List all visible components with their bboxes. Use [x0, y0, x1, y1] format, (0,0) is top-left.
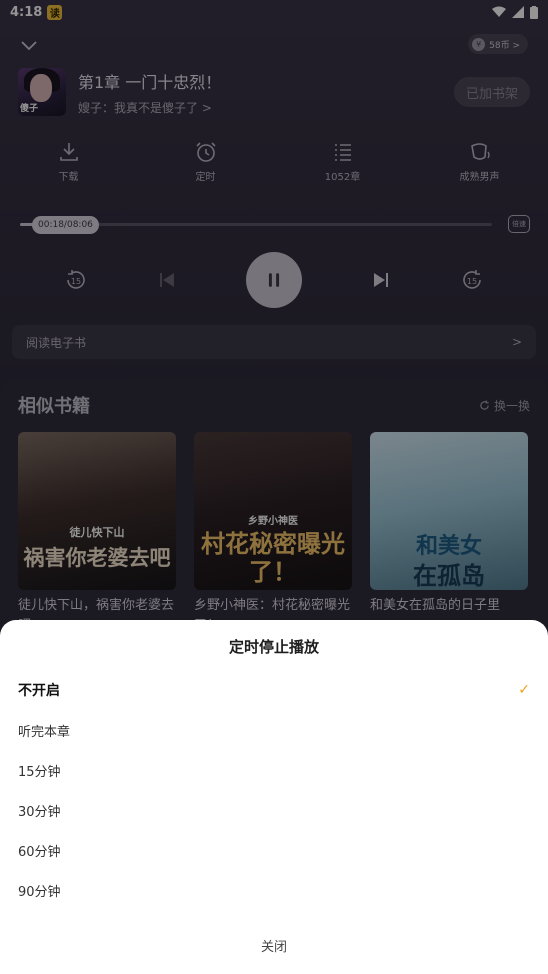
- timer-option-15min[interactable]: 15分钟: [18, 750, 530, 790]
- option-label: 15分钟: [18, 764, 61, 780]
- close-button[interactable]: 关闭: [0, 936, 548, 955]
- option-label: 90分钟: [18, 884, 61, 900]
- option-label: 听完本章: [18, 724, 71, 740]
- timer-option-30min[interactable]: 30分钟: [18, 790, 530, 830]
- timer-option-60min[interactable]: 60分钟: [18, 830, 530, 870]
- timer-option-end-of-chapter[interactable]: 听完本章: [18, 710, 530, 750]
- checkmark-icon: ✓: [518, 682, 530, 698]
- sheet-title: 定时停止播放: [228, 638, 319, 656]
- option-label: 60分钟: [18, 844, 61, 860]
- option-label: 不开启: [18, 683, 60, 699]
- timer-option-90min[interactable]: 90分钟: [18, 870, 530, 910]
- timer-bottom-sheet: 定时停止播放 不开启 ✓ 听完本章 15分钟 30分钟 60分钟 90分钟 关闭: [0, 620, 548, 974]
- timer-option-off[interactable]: 不开启 ✓: [18, 670, 530, 710]
- option-label: 30分钟: [18, 804, 61, 820]
